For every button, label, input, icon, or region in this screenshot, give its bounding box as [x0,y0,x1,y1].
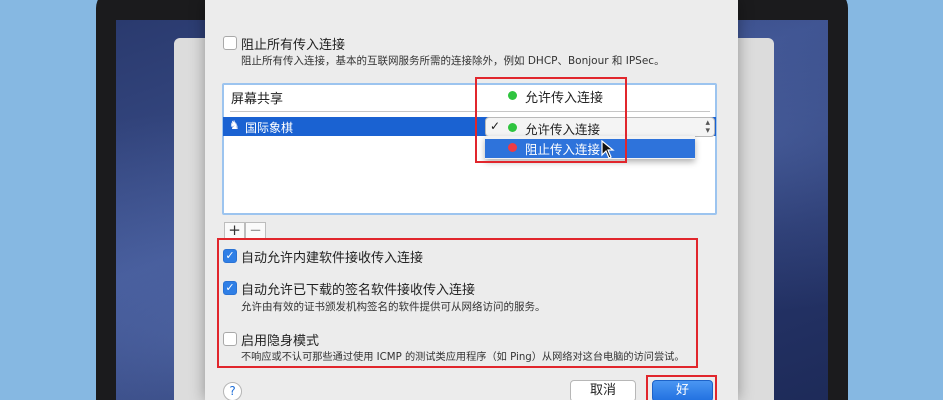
block-all-checkbox[interactable] [223,36,237,50]
list-item-name[interactable]: 屏幕共享 [231,88,283,107]
annotation-box-status [475,77,627,163]
list-item-name[interactable]: 国际象棋 [245,119,293,136]
help-button[interactable]: ? [223,382,242,400]
cancel-button[interactable]: 取消 [570,380,636,400]
block-all-description: 阻止所有传入连接，基本的互联网服务所需的连接除外，例如 DHCP、Bonjour… [241,55,665,67]
add-app-button[interactable]: + [224,222,245,239]
updown-chevron-icon: ▴ ▾ [705,118,710,136]
remove-app-button[interactable]: − [245,222,266,239]
annotation-box-ok [646,375,717,400]
list-divider [230,111,710,112]
annotation-box-options [217,238,698,368]
block-all-label: 阻止所有传入连接 [241,38,346,53]
chess-app-icon: ♞ [229,118,240,132]
